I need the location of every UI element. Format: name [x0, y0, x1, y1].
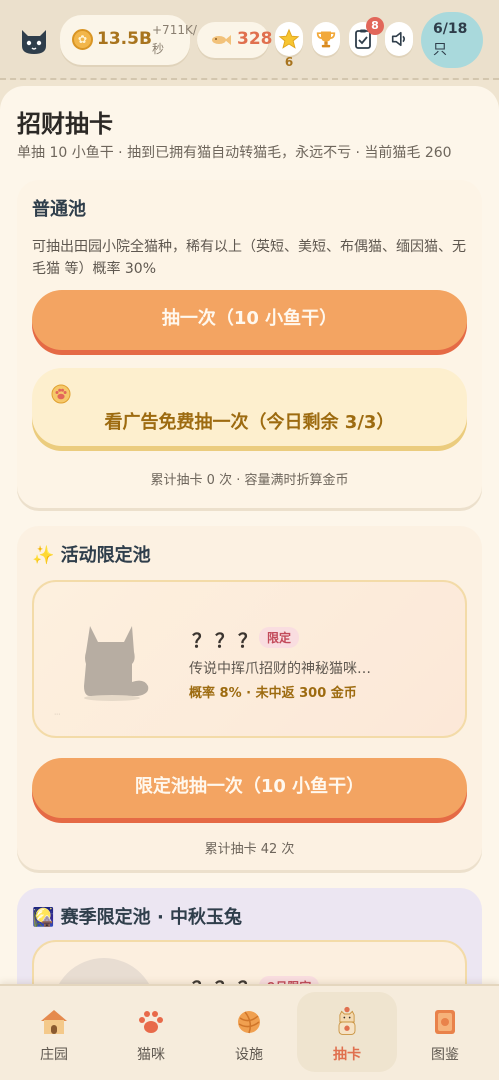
top-status-bar: ✿ 13.5B +711K/秒 328 6 8 6/18 只 [0, 0, 499, 80]
cat-collection-count[interactable]: 6/18 只 [421, 12, 483, 68]
event-featured-cat[interactable]: ᐧᐧᐧ ？？？ 限定 传说中挥爪招财的神秘猫咪… 概率 8% · 未中返 300… [32, 580, 467, 738]
event-pool-footnote: 累计抽卡 42 次 [204, 842, 295, 857]
limited-tag: 限定 [259, 627, 300, 648]
cat-face-icon[interactable] [18, 24, 50, 56]
normal-pool-title: 普通池 [32, 199, 86, 220]
cats-owned: 6/18 [433, 21, 468, 37]
page-title: 招财抽卡 [17, 110, 113, 138]
season-limited-tag: 9月限定 [259, 976, 320, 984]
nav-label-cats: 猫咪 [137, 1047, 165, 1063]
moon-silhouette [52, 958, 156, 984]
nav-label-gacha: 抽卡 [333, 1047, 361, 1063]
nav-item-manor[interactable]: 庄园 [4, 992, 104, 1072]
paw-icon [139, 1011, 163, 1033]
mystery-cat-silhouette [84, 626, 149, 701]
normal-pool-footnote: 累计抽卡 0 次 · 容量满时折算金币 [150, 473, 349, 488]
ad-free-draw-label: 看广告免费抽一次（今日剩余 3/3） [104, 412, 395, 433]
coin-rate: +711K/秒 [152, 21, 198, 59]
season-pool-card: 🎑 赛季限定池 · 中秋玉兔 ？？？ 9月限定 [17, 888, 482, 984]
season-featured-cat[interactable]: ？？？ 9月限定 [32, 940, 467, 984]
normal-pool-description: 可抽出田园小院全猫种，稀有以上（英短、美短、布偶猫、缅因猫、无毛猫 等）概率 3… [32, 239, 466, 277]
nav-label-codex: 图鉴 [431, 1047, 459, 1063]
gacha-panel[interactable]: 招财抽卡 单抽 10 小鱼干 · 抽到已拥有猫自动转猫毛，永远不亏 · 当前猫毛… [0, 86, 499, 984]
nav-label-manor: 庄园 [40, 1047, 68, 1063]
event-draw-button[interactable]: 限定池抽一次（10 小鱼干） [32, 758, 467, 818]
fish-amount: 328 [237, 29, 273, 49]
paw-coin-icon [51, 384, 71, 404]
nav-item-cats[interactable]: 猫咪 [101, 992, 201, 1072]
page-subtitle: 单抽 10 小鱼干 · 抽到已拥有猫自动转猫毛，永远不亏 · 当前猫毛 260 [17, 145, 452, 161]
fish-icon [212, 35, 231, 45]
speaker-icon [391, 31, 405, 47]
silhouette-shadow: ᐧᐧᐧ [54, 710, 61, 719]
event-pool-card: ✨ 活动限定池 ᐧᐧᐧ ？？？ 限定 传说中挥爪招财的神秘猫咪… 概率 8% ·… [17, 526, 482, 870]
yarn-ball-icon [238, 1011, 260, 1034]
house-icon [41, 1010, 67, 1034]
book-icon [435, 1010, 455, 1034]
event-odds: 概率 8% · 未中返 300 金币 [189, 686, 357, 701]
nav-item-codex[interactable]: 图鉴 [395, 992, 495, 1072]
cats-unit: 只 [433, 42, 447, 58]
coin-rate-unit: 秒 [152, 42, 165, 56]
star-icon [278, 28, 300, 49]
coin-rate-amount: +711K/ [152, 23, 197, 37]
coin-balance[interactable]: ✿ 13.5B +711K/秒 [60, 15, 197, 65]
star-count: 6 [284, 55, 294, 69]
nav-label-facilities: 设施 [235, 1047, 263, 1063]
bottom-nav: 庄园 猫咪 设施 抽卡 图鉴 [0, 984, 499, 1080]
nav-item-facilities[interactable]: 设施 [199, 992, 299, 1072]
star-button[interactable] [275, 22, 303, 56]
fish-balance[interactable]: 328 [197, 22, 273, 58]
event-pool-title: ✨ 活动限定池 [32, 545, 151, 566]
nav-item-gacha[interactable]: 抽卡 [297, 992, 397, 1072]
normal-pool-card: 普通池 可抽出田园小院全猫种，稀有以上（英短、美短、布偶猫、缅因猫、无毛猫 等）… [17, 180, 482, 508]
lucky-cat-icon [338, 1006, 356, 1035]
sound-toggle[interactable] [385, 22, 413, 56]
coin-amount: 13.5B [97, 29, 152, 49]
trophy-icon [316, 31, 336, 48]
ad-free-draw-button[interactable]: 看广告免费抽一次（今日剩余 3/3） [32, 368, 467, 446]
season-cat-name: ？？？ [192, 974, 261, 984]
coin-icon: ✿ [72, 29, 93, 50]
task-badge: 8 [366, 17, 384, 35]
season-pool-title: 🎑 赛季限定池 · 中秋玉兔 [32, 907, 243, 928]
normal-draw-button[interactable]: 抽一次（10 小鱼干） [32, 290, 467, 350]
trophy-button[interactable] [312, 22, 340, 56]
event-cat-name: ？？？ [192, 630, 262, 652]
event-cat-flavor: 传说中挥爪招财的神秘猫咪… [189, 661, 371, 677]
